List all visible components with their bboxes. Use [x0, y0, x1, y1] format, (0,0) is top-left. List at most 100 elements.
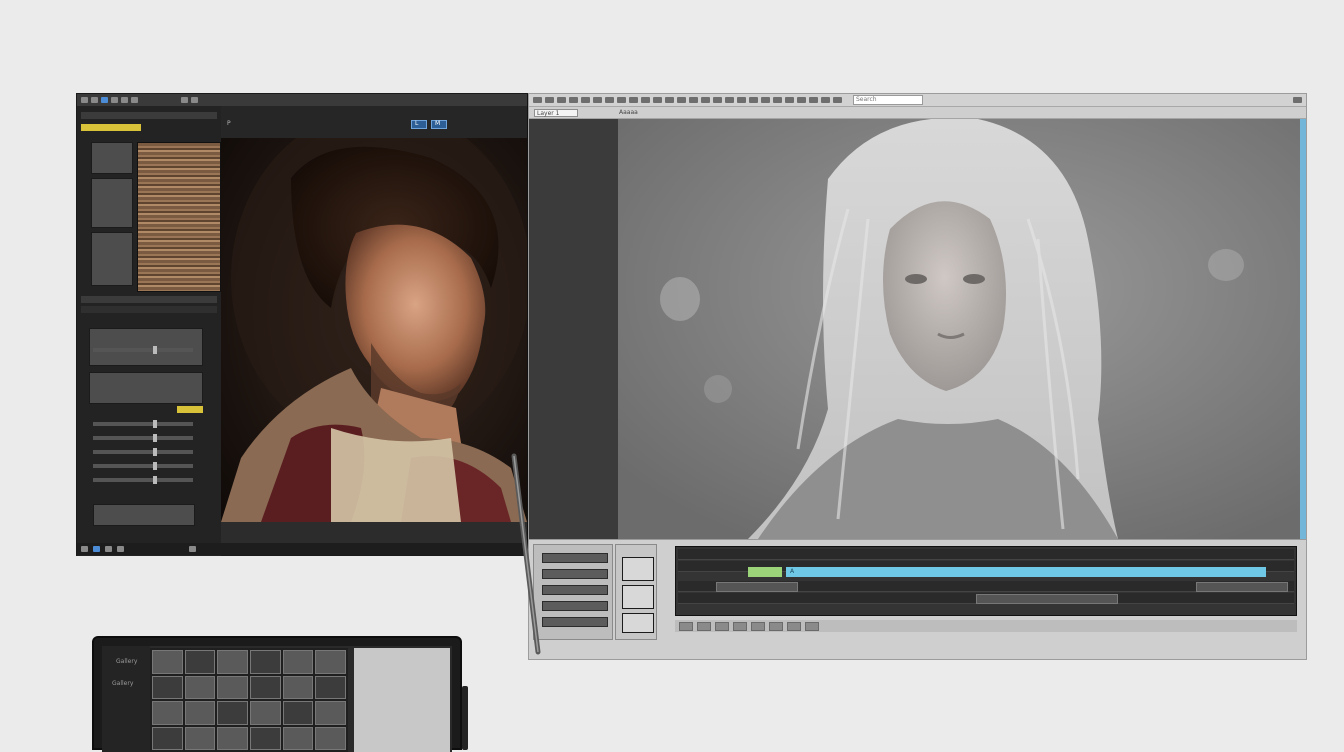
- close-icon[interactable]: [191, 97, 198, 103]
- gallery-item[interactable]: [282, 701, 314, 725]
- adjustment-slider[interactable]: [93, 462, 193, 470]
- brush-icon[interactable]: [111, 97, 118, 103]
- gallery-item[interactable]: [282, 726, 314, 750]
- zoom-out-icon[interactable]: [805, 621, 819, 631]
- tab-second[interactable]: Aaaaa: [619, 109, 659, 117]
- gallery-item[interactable]: [249, 675, 281, 699]
- timeline-tool-button[interactable]: [542, 585, 608, 595]
- forward-icon[interactable]: [733, 621, 747, 631]
- home-icon[interactable]: [81, 546, 88, 552]
- gallery-item[interactable]: [315, 650, 346, 674]
- gallery-item[interactable]: [217, 701, 248, 725]
- clip-green[interactable]: [748, 567, 782, 577]
- gallery-item[interactable]: [282, 675, 314, 699]
- gallery-item[interactable]: [315, 726, 346, 750]
- gallery-item[interactable]: [249, 726, 281, 750]
- track-row[interactable]: [678, 549, 1294, 560]
- file-icon[interactable]: [91, 97, 98, 103]
- gallery-item[interactable]: [282, 650, 314, 674]
- layer-thumbnail[interactable]: [91, 142, 133, 174]
- timeline-tool-button[interactable]: [542, 617, 608, 627]
- header-tab[interactable]: [411, 120, 427, 129]
- layer-thumbnail[interactable]: [91, 178, 133, 228]
- layer-icon[interactable]: [749, 97, 758, 103]
- gallery-item[interactable]: [315, 701, 346, 725]
- search-input[interactable]: Search: [853, 95, 923, 105]
- crop-icon[interactable]: [121, 97, 128, 103]
- clip-selected[interactable]: [786, 567, 1266, 577]
- adjustment-slider[interactable]: [93, 346, 193, 354]
- brush-icon[interactable]: [653, 97, 662, 103]
- zoom-icon[interactable]: [713, 97, 722, 103]
- clip-thumbnail[interactable]: [622, 585, 654, 609]
- gallery-item[interactable]: [184, 726, 216, 750]
- hand-icon[interactable]: [725, 97, 734, 103]
- timeline-tool-button[interactable]: [542, 569, 608, 579]
- minimize-icon[interactable]: [181, 97, 188, 103]
- crop-icon[interactable]: [833, 97, 842, 103]
- move-icon[interactable]: [641, 97, 650, 103]
- open-icon[interactable]: [545, 97, 554, 103]
- grid-icon[interactable]: [797, 97, 806, 103]
- ruler-icon[interactable]: [809, 97, 818, 103]
- guide-icon[interactable]: [821, 97, 830, 103]
- editing-canvas[interactable]: [618, 119, 1300, 539]
- cut-icon[interactable]: [569, 97, 578, 103]
- mask-icon[interactable]: [785, 97, 794, 103]
- gallery-item[interactable]: [217, 675, 248, 699]
- gallery-item[interactable]: [184, 650, 216, 674]
- clip[interactable]: [976, 594, 1118, 604]
- settings-icon[interactable]: [131, 97, 138, 103]
- stop-icon[interactable]: [697, 621, 711, 631]
- gallery-item[interactable]: [249, 650, 281, 674]
- loop-icon[interactable]: [751, 621, 765, 631]
- fill-icon[interactable]: [701, 97, 710, 103]
- undo-icon[interactable]: [105, 546, 112, 552]
- clip-thumbnail[interactable]: [622, 613, 654, 633]
- zoom-in-icon[interactable]: [787, 621, 801, 631]
- text-icon[interactable]: [677, 97, 686, 103]
- eraser-icon[interactable]: [665, 97, 674, 103]
- clip[interactable]: [1196, 582, 1288, 592]
- gallery-item[interactable]: [217, 650, 248, 674]
- zoom-icon[interactable]: [189, 546, 196, 552]
- redo-icon[interactable]: [617, 97, 626, 103]
- close-icon[interactable]: [1293, 97, 1302, 103]
- timeline-tool-button[interactable]: [542, 553, 608, 563]
- new-icon[interactable]: [533, 97, 542, 103]
- undo-icon[interactable]: [605, 97, 614, 103]
- shape-icon[interactable]: [689, 97, 698, 103]
- gallery-item[interactable]: [152, 701, 183, 725]
- panel-tab-active[interactable]: [81, 124, 141, 131]
- clip[interactable]: [716, 582, 798, 592]
- gallery-item[interactable]: [152, 650, 183, 674]
- marker-icon[interactable]: [769, 621, 783, 631]
- adjust-icon[interactable]: [773, 97, 782, 103]
- save-icon[interactable]: [557, 97, 566, 103]
- play-icon[interactable]: [679, 621, 693, 631]
- menu-icon[interactable]: [81, 97, 88, 103]
- tab-layer-1[interactable]: Layer 1: [534, 109, 578, 117]
- clip-thumbnail[interactable]: [622, 557, 654, 581]
- gallery-item[interactable]: [184, 701, 216, 725]
- layer-icon[interactable]: [101, 97, 108, 103]
- adjustment-slider[interactable]: [93, 448, 193, 456]
- redo-icon[interactable]: [117, 546, 124, 552]
- gallery-item[interactable]: [315, 675, 346, 699]
- gallery-item[interactable]: [152, 726, 183, 750]
- paste-icon[interactable]: [593, 97, 602, 103]
- effects-icon[interactable]: [761, 97, 770, 103]
- color-icon[interactable]: [737, 97, 746, 103]
- gallery-item[interactable]: [249, 701, 281, 725]
- gallery-item[interactable]: [152, 675, 183, 699]
- adjustment-slider[interactable]: [93, 420, 193, 428]
- gallery-item[interactable]: [217, 726, 248, 750]
- copy-icon[interactable]: [581, 97, 590, 103]
- adjustment-slider[interactable]: [93, 476, 193, 484]
- adjustment-slider[interactable]: [93, 434, 193, 442]
- timeline-tool-button[interactable]: [542, 601, 608, 611]
- select-icon[interactable]: [629, 97, 638, 103]
- layer-thumbnail[interactable]: [91, 232, 133, 286]
- rewind-icon[interactable]: [715, 621, 729, 631]
- timeline-tracks[interactable]: A: [675, 546, 1297, 616]
